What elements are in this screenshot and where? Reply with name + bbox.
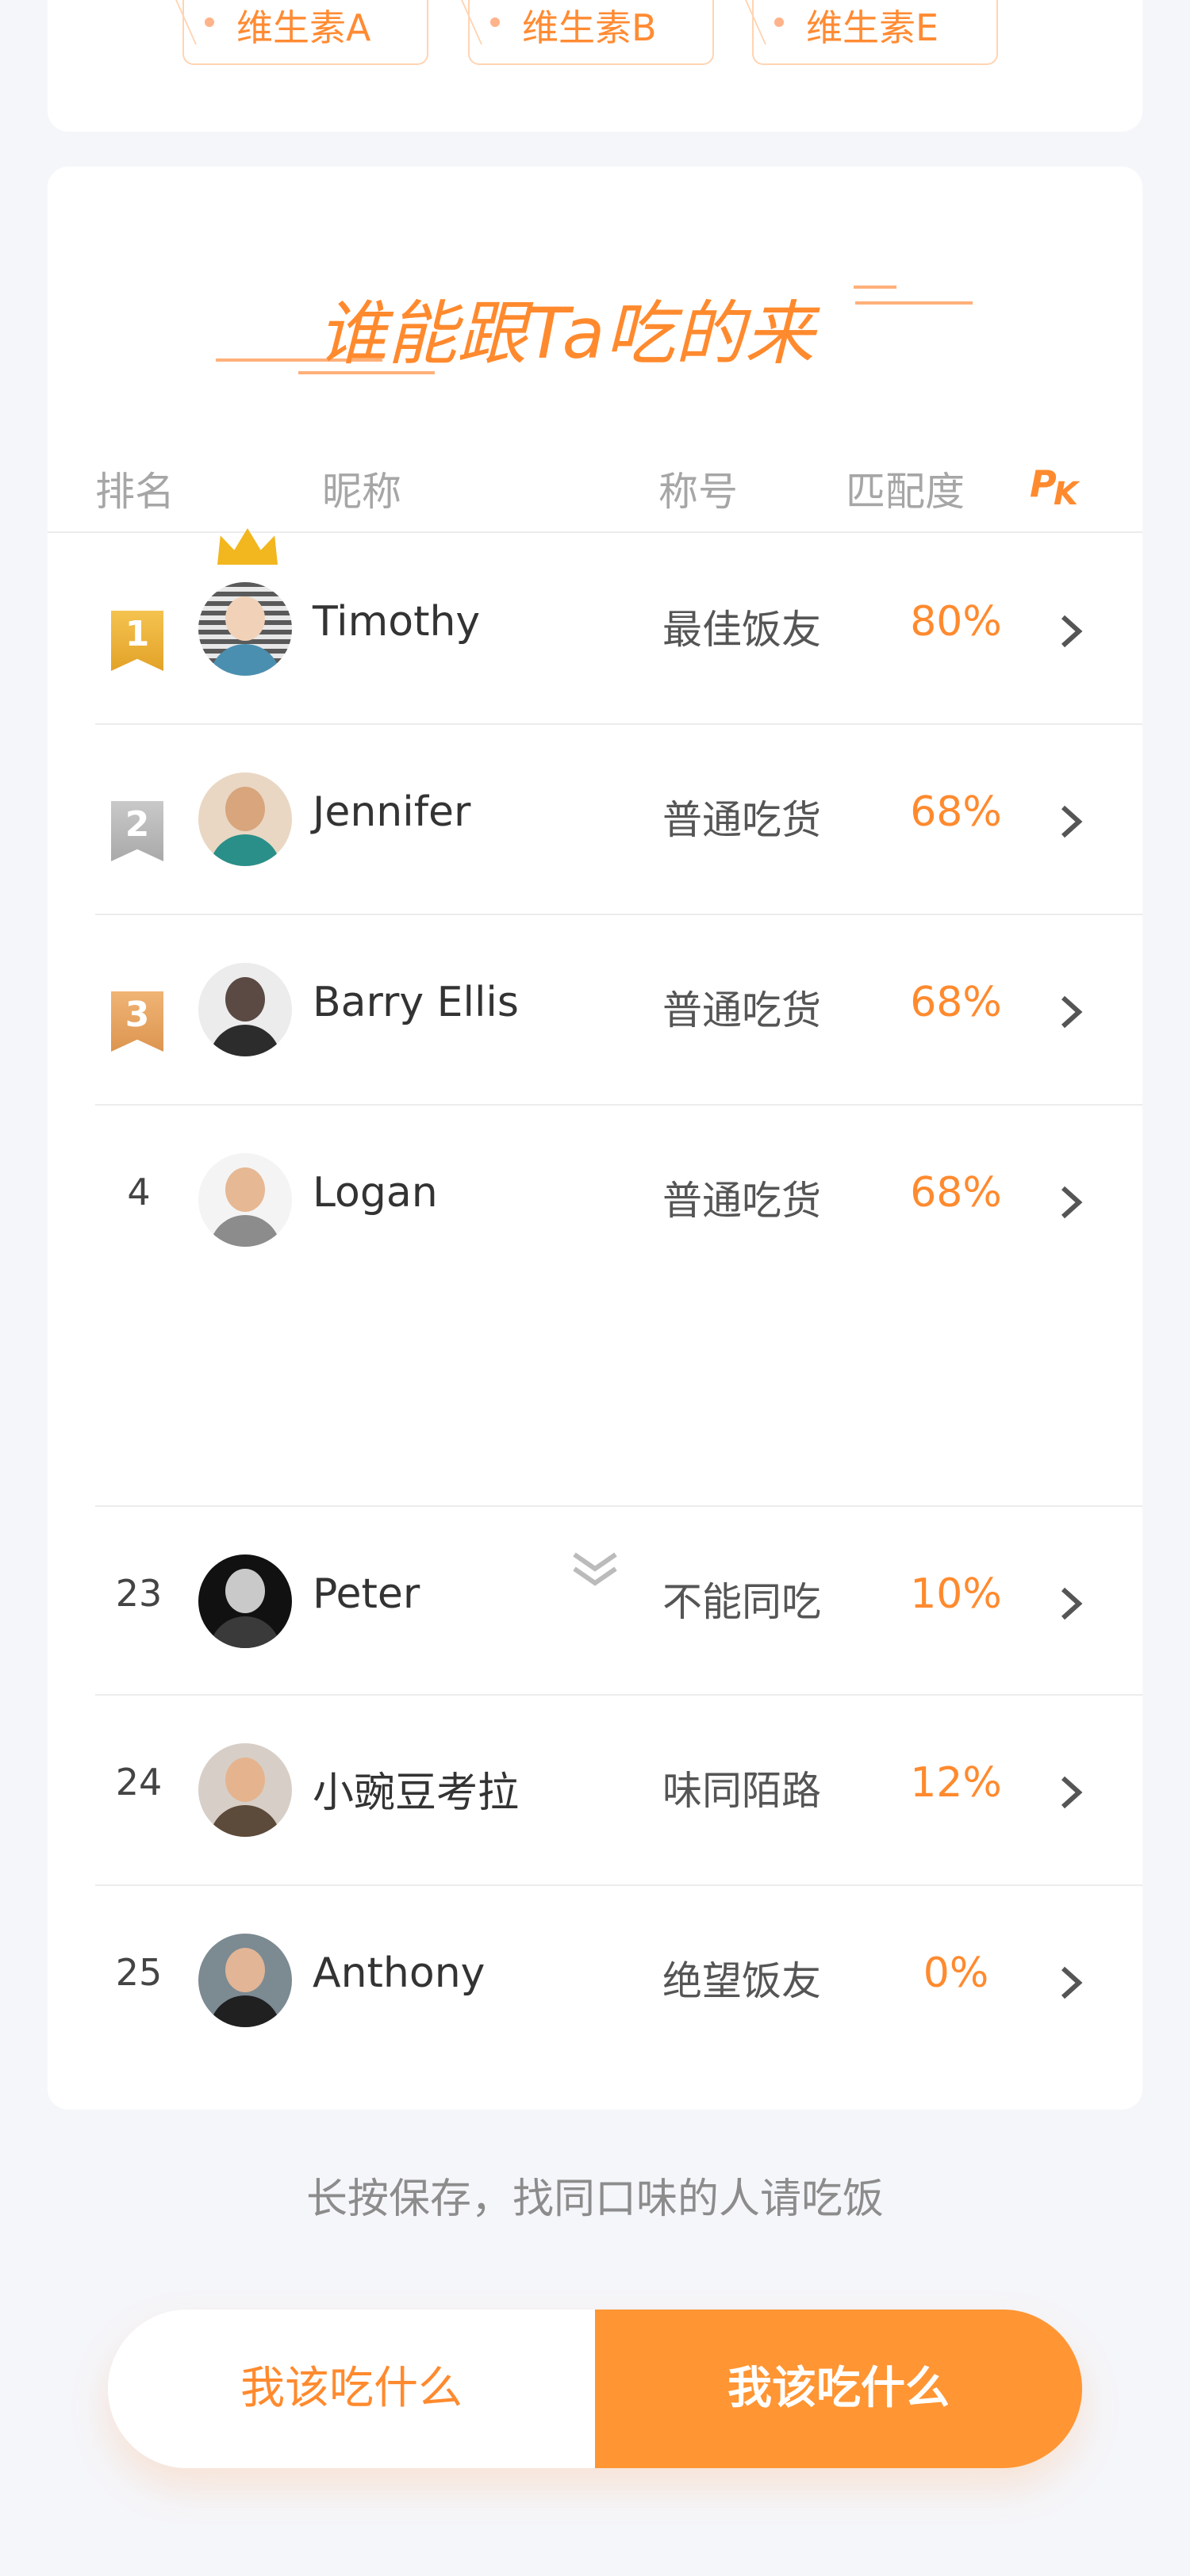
rank-badge-gold: 1: [111, 611, 163, 671]
tag-dot-icon: [205, 17, 214, 27]
what-to-eat-button-right[interactable]: 我该吃什么: [595, 2310, 1082, 2468]
chevron-right-icon[interactable]: [1054, 1182, 1088, 1223]
tag-dot-icon: [774, 17, 784, 27]
nutrient-tags-card: 维生素A 维生素B 维生素E: [48, 0, 1142, 132]
match-percent: 68%: [910, 1169, 1002, 1217]
tag-vitamin-e[interactable]: 维生素E: [752, 0, 998, 65]
user-name: 小豌豆考拉: [313, 1769, 520, 1817]
header-nickname: 昵称: [322, 469, 401, 515]
section-title: 谁能跟Ta吃的来: [317, 293, 815, 374]
avatar[interactable]: [198, 1554, 292, 1648]
user-title: 绝望饭友: [662, 1958, 821, 2004]
chevron-right-icon[interactable]: [1054, 991, 1088, 1033]
chevron-right-icon[interactable]: [1054, 611, 1088, 652]
avatar[interactable]: [198, 963, 292, 1056]
rank-badge-bronze: 3: [111, 991, 163, 1052]
tag-vitamin-a[interactable]: 维生素A: [182, 0, 428, 65]
user-title: 味同陌路: [662, 1768, 821, 1814]
user-name: Timothy: [313, 598, 481, 646]
rank-badge-silver: 2: [111, 801, 163, 861]
chevron-right-icon[interactable]: [1054, 1962, 1088, 2003]
tag-label: 维生素E: [806, 6, 939, 49]
chevron-right-icon[interactable]: [1054, 801, 1088, 842]
match-percent: 10%: [910, 1570, 1002, 1618]
page: 维生素A 维生素B 维生素E 谁能跟Ta吃的来 排名 昵称 称号 匹配度 P K…: [0, 0, 1190, 2576]
header-rank: 排名: [95, 469, 175, 515]
user-name: Logan: [313, 1169, 438, 1217]
rank-number: 23: [115, 1572, 163, 1615]
tag-label: 维生素A: [236, 6, 371, 49]
user-title: 普通吃货: [662, 1178, 821, 1224]
header-title: 称号: [658, 469, 738, 515]
ranking-card: 谁能跟Ta吃的来 排名 昵称 称号 匹配度 P K 1 Timothy 最佳饭友: [48, 167, 1142, 2110]
user-name: Barry Ellis: [313, 979, 519, 1026]
chevron-right-icon[interactable]: [1054, 1583, 1088, 1624]
svg-text:P: P: [1030, 462, 1057, 505]
user-title: 最佳饭友: [662, 607, 821, 653]
tag-vitamin-b[interactable]: 维生素B: [468, 0, 714, 65]
table-header: 排名 昵称 称号 匹配度 P K: [48, 446, 1142, 533]
match-percent: 12%: [910, 1759, 1002, 1807]
chevron-right-icon[interactable]: [1054, 1772, 1088, 1813]
table-row[interactable]: 25 Anthony 绝望饭友 0%: [95, 1886, 1142, 2076]
table-row[interactable]: 3 Barry Ellis 普通吃货 68%: [95, 915, 1142, 1106]
what-to-eat-button-left[interactable]: 我该吃什么: [108, 2310, 595, 2468]
table-row[interactable]: 4 Logan 普通吃货 68%: [95, 1106, 1142, 1296]
user-title: 不能同吃: [662, 1579, 821, 1625]
save-hint-text: 长按保存，找同口味的人请吃饭: [305, 2175, 884, 2223]
svg-text:K: K: [1054, 476, 1081, 509]
match-percent: 80%: [910, 598, 1002, 646]
rank-number: 25: [115, 1951, 163, 1994]
user-title: 普通吃货: [662, 987, 821, 1033]
table-row[interactable]: 1 Timothy 最佳饭友 80%: [95, 528, 1142, 725]
crown-icon: [217, 528, 278, 565]
user-name: Anthony: [313, 1949, 486, 1997]
header-match: 匹配度: [846, 469, 965, 515]
user-name: Jennifer: [313, 788, 471, 836]
pk-icon[interactable]: P K: [1030, 462, 1093, 512]
table-row[interactable]: 23 Peter 不能同吃 10%: [95, 1505, 1142, 1696]
user-name: Peter: [313, 1570, 420, 1618]
rank-number: 24: [115, 1761, 163, 1804]
avatar[interactable]: [198, 772, 292, 866]
user-title: 普通吃货: [662, 797, 821, 843]
action-button-group: 我该吃什么 我该吃什么: [108, 2310, 1082, 2468]
avatar[interactable]: [198, 1743, 292, 1837]
match-percent: 0%: [923, 1949, 989, 1997]
rank-number: 4: [127, 1171, 151, 1213]
table-row[interactable]: 2 Jennifer 普通吃货 68%: [95, 725, 1142, 915]
match-percent: 68%: [910, 979, 1002, 1026]
match-percent: 68%: [910, 788, 1002, 836]
avatar[interactable]: [198, 1153, 292, 1247]
tag-label: 维生素B: [522, 6, 657, 49]
tag-dot-icon: [490, 17, 500, 27]
avatar[interactable]: [198, 1934, 292, 2027]
section-title-wrap: 谁能跟Ta吃的来: [48, 262, 1142, 404]
table-row[interactable]: 24 小豌豆考拉 味同陌路 12%: [95, 1696, 1142, 1886]
avatar[interactable]: [198, 582, 292, 676]
